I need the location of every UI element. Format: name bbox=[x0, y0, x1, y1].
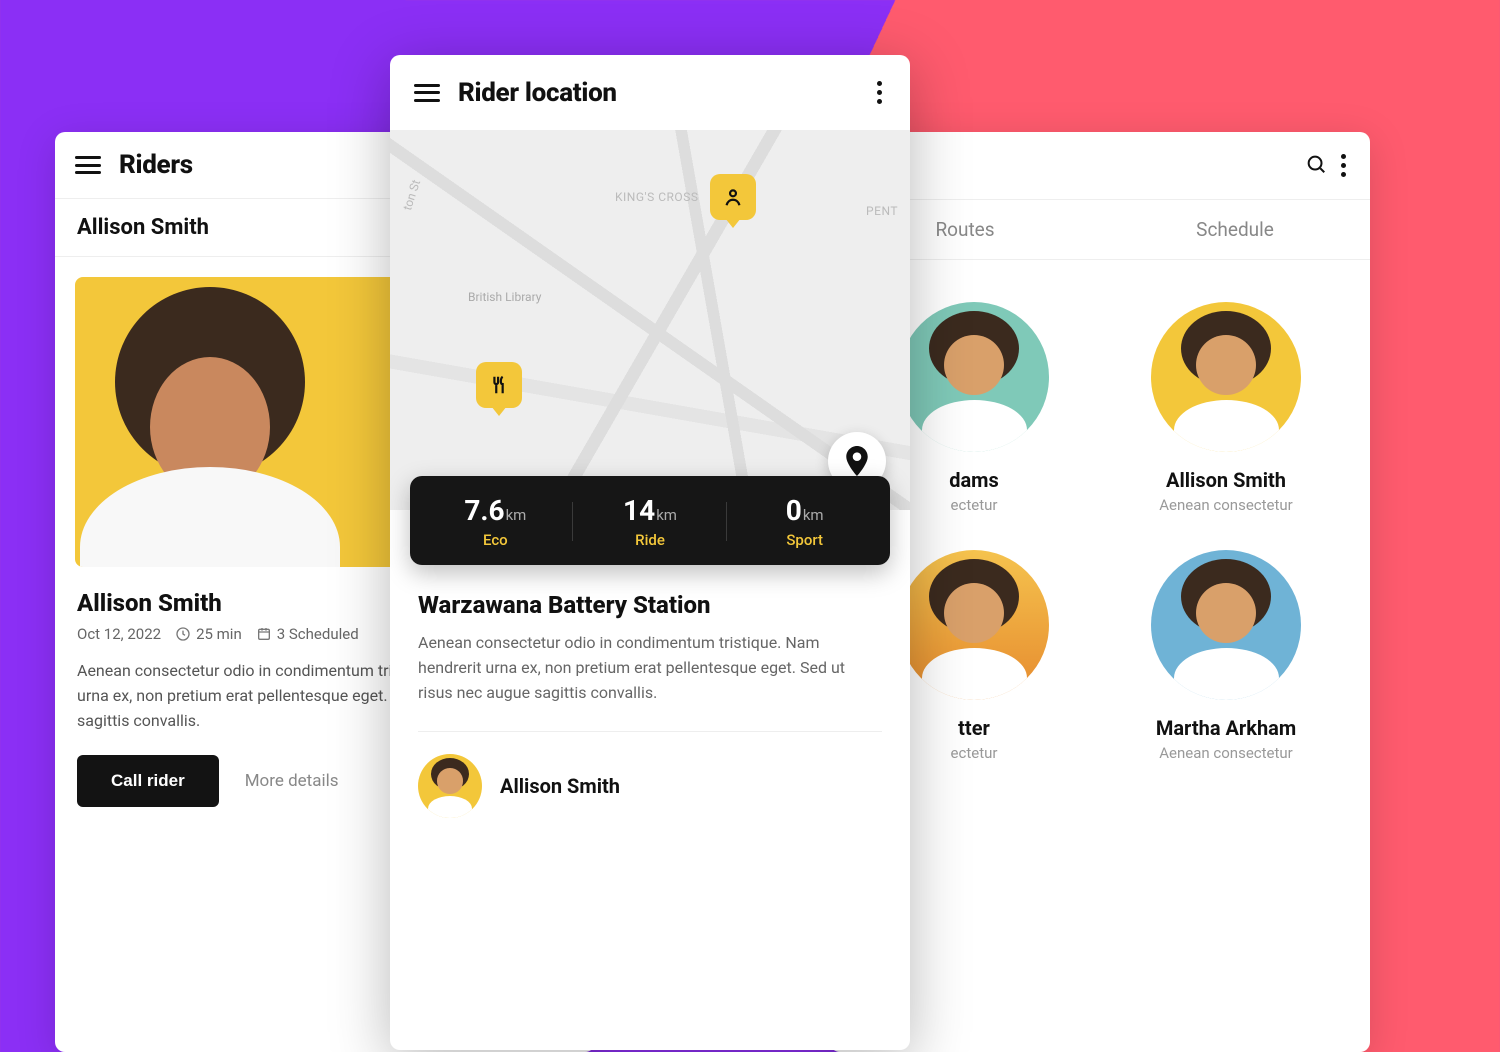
location-title: Rider location bbox=[458, 78, 617, 108]
stat-ride: 14km Ride bbox=[573, 494, 728, 549]
map[interactable]: KING'S CROSS PENT British Library ton St bbox=[390, 130, 910, 510]
avatar bbox=[418, 754, 482, 818]
directory-screen: t Routes Schedule dams ectetur Allison S… bbox=[830, 132, 1370, 1052]
person-sub: Aenean consectetur bbox=[1110, 744, 1342, 762]
riders-title: Riders bbox=[119, 150, 193, 180]
stat-sport: 0km Sport bbox=[727, 494, 882, 549]
station-block: Warzawana Battery Station Aenean consect… bbox=[390, 565, 910, 732]
calendar-icon bbox=[256, 626, 272, 642]
station-title: Warzawana Battery Station bbox=[418, 591, 882, 619]
stat-unit: km bbox=[506, 506, 527, 524]
stat-label: Eco bbox=[418, 531, 573, 549]
people-grid: dams ectetur Allison Smith Aenean consec… bbox=[830, 260, 1370, 804]
stat-unit: km bbox=[656, 506, 677, 524]
search-icon[interactable] bbox=[1305, 153, 1327, 179]
map-label-pent: PENT bbox=[866, 204, 898, 218]
clock-icon bbox=[175, 626, 191, 642]
stat-value: 0 bbox=[786, 494, 802, 527]
avatar bbox=[1151, 302, 1301, 452]
rider-date: Oct 12, 2022 bbox=[77, 625, 161, 643]
more-details-link[interactable]: More details bbox=[245, 771, 339, 791]
map-label-british-library: British Library bbox=[468, 290, 541, 304]
more-icon[interactable] bbox=[1337, 150, 1350, 181]
menu-icon[interactable] bbox=[75, 156, 101, 174]
directory-header: t bbox=[830, 132, 1370, 200]
map-label-ton-st: ton St bbox=[400, 178, 423, 212]
map-label-kings-cross: KING'S CROSS bbox=[615, 190, 698, 204]
person-card[interactable]: Allison Smith Aenean consectetur bbox=[1110, 302, 1342, 514]
person-name: Martha Arkham bbox=[1110, 716, 1342, 740]
fork-knife-icon bbox=[488, 374, 510, 396]
stat-label: Ride bbox=[573, 531, 728, 549]
assigned-rider[interactable]: Allison Smith bbox=[390, 732, 910, 840]
stat-label: Sport bbox=[727, 531, 882, 549]
restaurant-pin[interactable] bbox=[476, 362, 522, 408]
stat-value: 14 bbox=[623, 494, 655, 527]
stat-unit: km bbox=[803, 506, 824, 524]
tabs: Routes Schedule bbox=[830, 200, 1370, 260]
location-pin-icon bbox=[844, 446, 870, 476]
person-icon bbox=[722, 186, 744, 208]
avatar bbox=[899, 550, 1049, 700]
more-icon[interactable] bbox=[873, 77, 886, 108]
rider-location-screen: Rider location KING'S CROSS PENT British… bbox=[390, 55, 910, 1050]
rider-duration: 25 min bbox=[175, 625, 242, 643]
stat-eco: 7.6km Eco bbox=[418, 494, 573, 549]
person-sub: Aenean consectetur bbox=[1110, 496, 1342, 514]
rider-scheduled: 3 Scheduled bbox=[256, 625, 359, 643]
menu-icon[interactable] bbox=[414, 84, 440, 102]
avatar bbox=[899, 302, 1049, 452]
station-description: Aenean consectetur odio in condimentum t… bbox=[418, 631, 882, 732]
person-name: Allison Smith bbox=[1110, 468, 1342, 492]
stat-value: 7.6 bbox=[464, 494, 504, 527]
location-header: Rider location bbox=[390, 55, 910, 130]
call-rider-button[interactable]: Call rider bbox=[77, 755, 219, 807]
tab-schedule[interactable]: Schedule bbox=[1100, 200, 1370, 259]
assigned-rider-name: Allison Smith bbox=[500, 774, 620, 798]
ride-stats: 7.6km Eco 14km Ride 0km Sport bbox=[410, 476, 890, 565]
avatar bbox=[1151, 550, 1301, 700]
person-card[interactable]: Martha Arkham Aenean consectetur bbox=[1110, 550, 1342, 762]
rider-pin[interactable] bbox=[710, 174, 756, 220]
